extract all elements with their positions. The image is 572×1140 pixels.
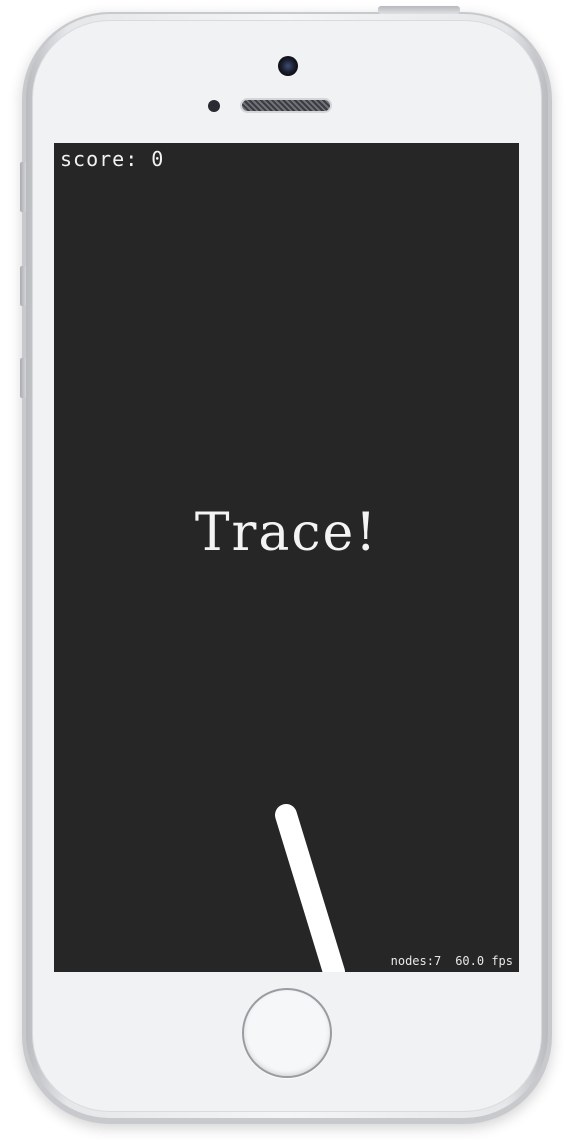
power-button[interactable] bbox=[378, 6, 460, 14]
phone-mockup: score: 0 Trace! nodes:7 60.0 fps bbox=[0, 0, 572, 1140]
volume-down-button[interactable] bbox=[20, 358, 26, 398]
score-label: score: 0 bbox=[60, 147, 165, 171]
volume-up-button[interactable] bbox=[20, 266, 26, 306]
mute-switch[interactable] bbox=[20, 162, 26, 212]
debug-stats: nodes:7 60.0 fps bbox=[377, 954, 513, 968]
node-count: nodes:7 bbox=[390, 954, 442, 968]
earpiece-speaker-icon bbox=[240, 98, 332, 113]
front-camera-icon bbox=[278, 56, 298, 76]
fps-counter: 60.0 fps bbox=[455, 954, 513, 968]
game-title: Trace! bbox=[194, 503, 379, 563]
proximity-sensor bbox=[208, 100, 220, 112]
home-button-icon[interactable] bbox=[242, 988, 332, 1078]
trace-stroke bbox=[275, 804, 345, 972]
game-screen[interactable]: score: 0 Trace! nodes:7 60.0 fps bbox=[54, 143, 519, 972]
